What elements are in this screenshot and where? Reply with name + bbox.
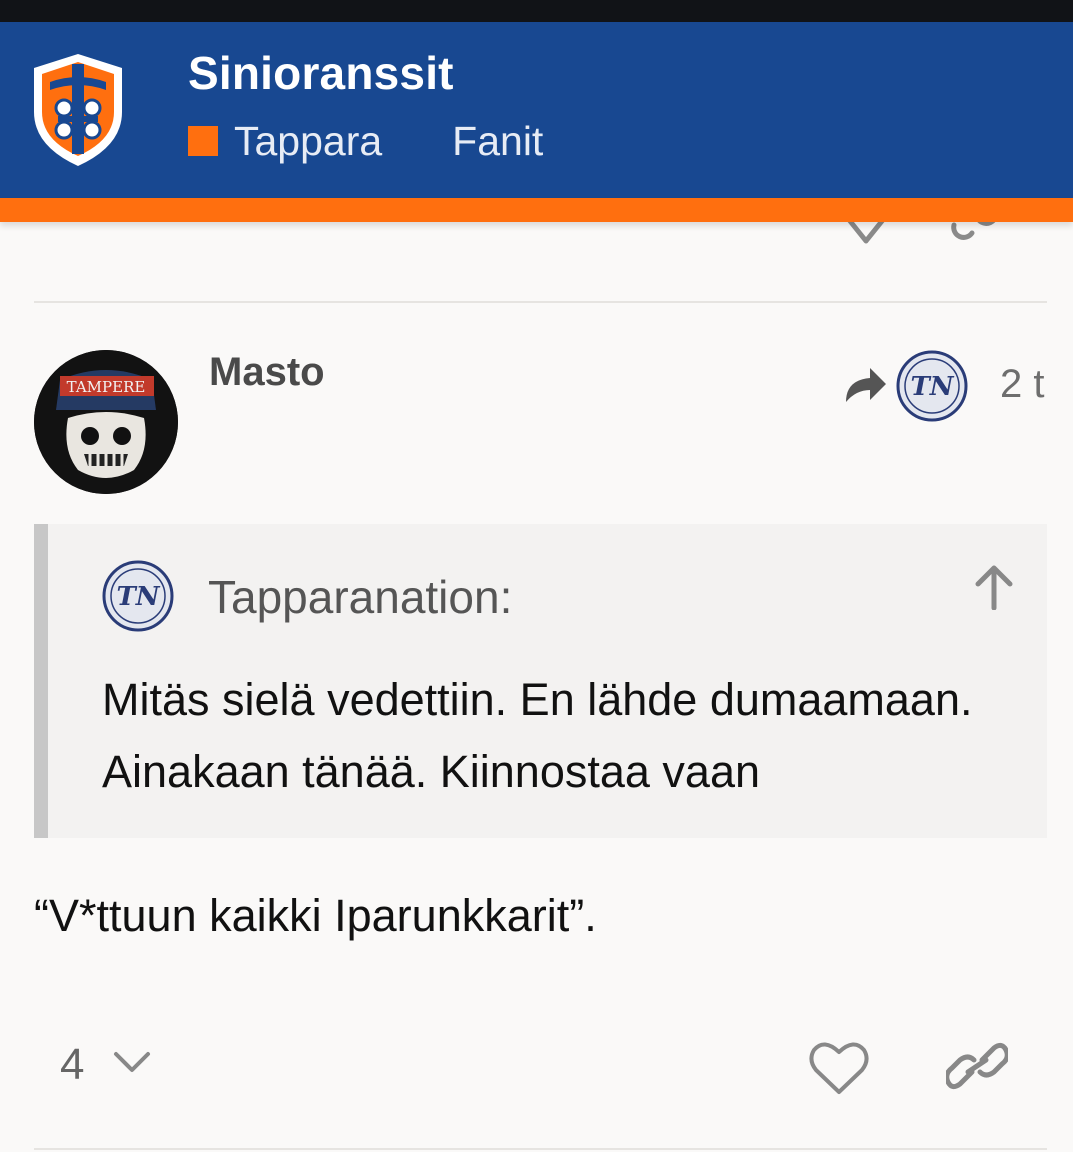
- subcategory-link[interactable]: Fanit: [452, 118, 543, 165]
- category-color-badge: [188, 126, 218, 156]
- site-header: Sinioranssit Tappara Fanit: [0, 22, 1073, 198]
- status-bar: [0, 0, 1073, 22]
- category-link[interactable]: Tappara: [234, 118, 382, 165]
- skull-avatar-image: TAMPERE: [34, 350, 178, 494]
- like-count[interactable]: 4: [60, 1040, 84, 1090]
- post-username[interactable]: Masto: [209, 350, 325, 395]
- arrow-up-icon[interactable]: [974, 564, 1014, 610]
- svg-text:TN: TN: [116, 582, 160, 612]
- post-actions: 4: [0, 1036, 1073, 1100]
- avatar[interactable]: TAMPERE: [34, 350, 178, 494]
- post-body: “V*ttuun kaikki Iparunkkarit”.: [34, 890, 597, 941]
- header-accent-bar: [0, 198, 1073, 222]
- heart-icon[interactable]: [808, 1040, 870, 1096]
- post-divider: [34, 301, 1047, 303]
- svg-text:TAMPERE: TAMPERE: [67, 378, 146, 396]
- post-time[interactable]: 2 t: [1000, 362, 1044, 407]
- reply-to-avatar[interactable]: TN: [896, 350, 968, 422]
- link-icon[interactable]: [946, 1042, 1008, 1090]
- quote-text: Mitäs sielä vedettiin. En lähde dumaamaa…: [102, 674, 973, 797]
- chevron-down-icon[interactable]: [112, 1050, 152, 1076]
- post-divider-bottom: [34, 1148, 1047, 1150]
- reply-arrow-icon[interactable]: [842, 364, 888, 404]
- category-breadcrumb: Tappara Fanit: [188, 116, 543, 166]
- tappara-shield-logo[interactable]: [28, 50, 128, 170]
- svg-text:TN: TN: [910, 372, 954, 402]
- quote-author-avatar[interactable]: TN: [102, 560, 174, 632]
- quote-block: TN Tapparanation: Mitäs sielä vedettiin.…: [34, 524, 1047, 838]
- quote-author: Tapparanation:: [208, 571, 513, 623]
- site-title[interactable]: Sinioranssit: [188, 46, 454, 100]
